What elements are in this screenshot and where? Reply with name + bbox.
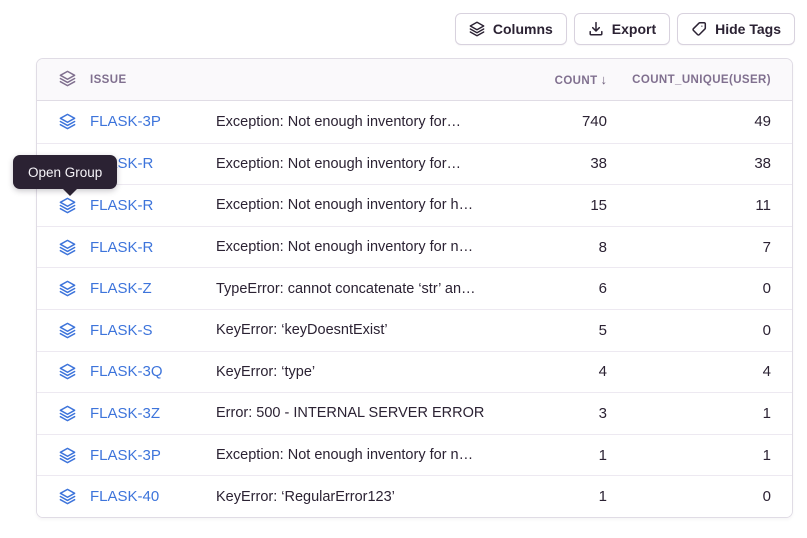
export-button-label: Export (612, 21, 656, 37)
issue-link[interactable]: FLASK-3P (90, 447, 161, 464)
count-unique-value: 49 (607, 113, 792, 130)
column-header-count-label: COUNT (555, 75, 598, 87)
open-group-stack-icon[interactable] (59, 239, 76, 256)
count-value: 6 (487, 280, 607, 297)
count-unique-value: 1 (607, 447, 792, 464)
count-value: 8 (487, 239, 607, 256)
table-row: FLASK-3Q KeyError: ‘type’ 4 4 (37, 351, 792, 393)
issue-link[interactable]: FLASK-40 (90, 488, 159, 505)
issue-link[interactable]: FLASK-R (90, 239, 153, 256)
open-group-stack-icon[interactable] (59, 113, 76, 130)
issue-cell: FLASK-3P (37, 447, 216, 464)
issue-summary: KeyError: ‘keyDoesntExist’ (216, 322, 487, 338)
count-unique-value: 0 (607, 488, 792, 505)
issue-summary: TypeError: cannot concatenate ‘str’ an… (216, 281, 487, 297)
count-unique-value: 1 (607, 405, 792, 422)
column-header-count[interactable]: COUNT↓ (487, 72, 607, 87)
open-group-stack-icon[interactable] (59, 322, 76, 339)
count-unique-value: 0 (607, 280, 792, 297)
issue-link[interactable]: FLASK-R (90, 197, 153, 214)
issue-cell: FLASK-S (37, 322, 216, 339)
issue-link[interactable]: FLASK-S (90, 322, 153, 339)
table-row: FLASK-3P Exception: Not enough inventory… (37, 434, 792, 476)
table-row: FLASK-R Exception: Not enough inventory … (37, 226, 792, 268)
issue-cell: FLASK-40 (37, 488, 216, 505)
open-group-stack-icon[interactable] (59, 363, 76, 380)
issue-cell: FLASK-Z (37, 280, 216, 297)
count-unique-value: 11 (607, 197, 792, 214)
issue-cell: FLASK-3Z (37, 405, 216, 422)
count-value: 1 (487, 488, 607, 505)
table-row: FLASK-Z TypeError: cannot concatenate ‘s… (37, 267, 792, 309)
open-group-stack-icon[interactable] (59, 280, 76, 297)
column-header-issue-label: ISSUE (90, 74, 127, 86)
hide-tags-button[interactable]: Hide Tags (677, 13, 795, 45)
table-body: FLASK-3P Exception: Not enough inventory… (37, 101, 792, 517)
issue-link[interactable]: FLASK-3Q (90, 363, 163, 380)
count-value: 1 (487, 447, 607, 464)
columns-button[interactable]: Columns (455, 13, 567, 45)
issue-summary: Error: 500 - INTERNAL SERVER ERROR (216, 405, 487, 421)
table-row: FLASK-40 KeyError: ‘RegularError123’ 1 0 (37, 475, 792, 517)
table-row: FLASK-R Exception: Not enough inventory … (37, 143, 792, 185)
layers-icon (469, 21, 485, 37)
count-value: 38 (487, 155, 607, 172)
count-unique-value: 38 (607, 155, 792, 172)
issue-summary: KeyError: ‘type’ (216, 364, 487, 380)
export-button[interactable]: Export (574, 13, 670, 45)
open-group-stack-icon[interactable] (59, 197, 76, 214)
column-header-count-unique[interactable]: COUNT_UNIQUE(USER) (607, 74, 792, 86)
issue-summary: Exception: Not enough inventory for… (216, 156, 487, 172)
open-group-stack-icon[interactable] (59, 488, 76, 505)
column-header-issue[interactable]: ISSUE (37, 70, 216, 90)
download-icon (588, 21, 604, 37)
open-group-stack-icon[interactable] (59, 447, 76, 464)
open-group-stack-icon[interactable] (59, 405, 76, 422)
table-row: FLASK-S KeyError: ‘keyDoesntExist’ 5 0 (37, 309, 792, 351)
count-value: 740 (487, 113, 607, 130)
count-value: 4 (487, 363, 607, 380)
issue-summary: Exception: Not enough inventory for… (216, 114, 487, 130)
table-row: FLASK-3Z Error: 500 - INTERNAL SERVER ER… (37, 392, 792, 434)
issue-summary: KeyError: ‘RegularError123’ (216, 489, 487, 505)
issue-summary: Exception: Not enough inventory for n… (216, 239, 487, 255)
tag-icon (691, 21, 707, 37)
issue-link[interactable]: FLASK-Z (90, 280, 152, 297)
issues-table: ISSUE COUNT↓ COUNT_UNIQUE(USER) FLASK-3P… (36, 58, 793, 518)
issue-summary: Exception: Not enough inventory for n… (216, 447, 487, 463)
table-row: FLASK-R Exception: Not enough inventory … (37, 184, 792, 226)
column-header-count-unique-label: COUNT_UNIQUE(USER) (632, 74, 771, 86)
toolbar: Columns Export Hide Tags (455, 13, 795, 45)
issue-cell: FLASK-R (37, 239, 216, 256)
count-unique-value: 7 (607, 239, 792, 256)
columns-button-label: Columns (493, 21, 553, 37)
hide-tags-button-label: Hide Tags (715, 21, 781, 37)
layers-icon (59, 70, 76, 90)
issue-link[interactable]: FLASK-3P (90, 113, 161, 130)
issue-cell: FLASK-3P (37, 113, 216, 130)
open-group-tooltip-label: Open Group (28, 165, 102, 180)
issue-cell: FLASK-R (37, 197, 216, 214)
open-group-tooltip: Open Group (13, 155, 117, 189)
issue-cell: FLASK-3Q (37, 363, 216, 380)
count-value: 5 (487, 322, 607, 339)
issue-summary: Exception: Not enough inventory for h… (216, 197, 487, 213)
count-value: 3 (487, 405, 607, 422)
table-header-row: ISSUE COUNT↓ COUNT_UNIQUE(USER) (37, 59, 792, 101)
count-value: 15 (487, 197, 607, 214)
issue-link[interactable]: FLASK-3Z (90, 405, 160, 422)
count-unique-value: 0 (607, 322, 792, 339)
count-unique-value: 4 (607, 363, 792, 380)
table-row: FLASK-3P Exception: Not enough inventory… (37, 101, 792, 143)
